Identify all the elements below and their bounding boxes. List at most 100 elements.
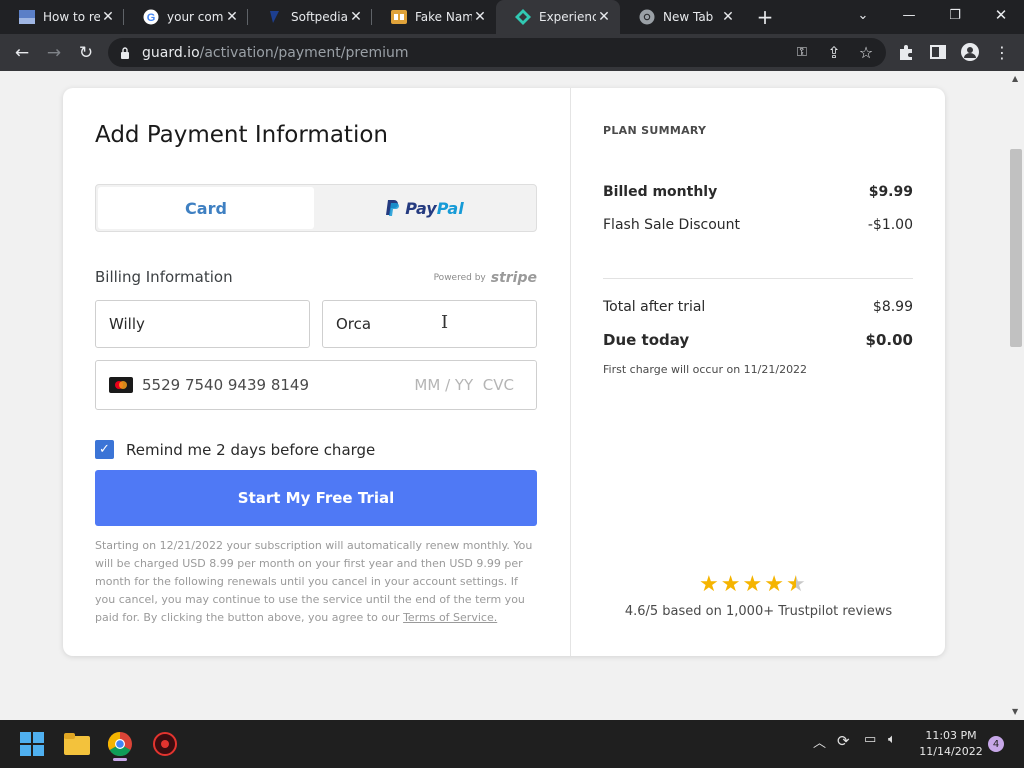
due-value: $0.00	[865, 331, 913, 349]
trustpilot-reviews: 4.6/5 based on 1,000+ Trustpilot reviews	[624, 604, 893, 619]
tab-title: your compu	[167, 10, 224, 24]
tray-chevron-icon[interactable]: ︿	[813, 732, 826, 751]
text-cursor-icon: I	[441, 312, 449, 333]
first-name-value: Willy	[109, 315, 145, 333]
card-number-field[interactable]: 5529 7540 9439 8149 MM / YY CVC	[95, 360, 537, 410]
side-panel-icon[interactable]	[926, 40, 950, 64]
key-icon[interactable]: ⚿	[790, 40, 814, 64]
close-tab-icon[interactable]: ✕	[348, 9, 364, 25]
clock-date: 11/14/2022	[919, 745, 983, 758]
address-bar[interactable]: guard.io/activation/payment/premium	[108, 38, 886, 67]
url-path: /activation/payment/premium	[199, 44, 409, 61]
tab-paypal[interactable]: Pay Pal	[314, 187, 534, 229]
scrollbar-thumb[interactable]	[1010, 149, 1022, 347]
extensions-puzzle-icon[interactable]	[894, 40, 918, 64]
close-tab-icon[interactable]: ✕	[100, 9, 116, 25]
chrome-taskbar-icon[interactable]	[104, 728, 136, 761]
legal-text: Starting on 12/21/2022 your subscription…	[95, 537, 541, 627]
restore-icon[interactable]: ❐	[932, 0, 978, 30]
paypal-label-pay: Pay	[405, 198, 437, 218]
antivirus-app-icon[interactable]	[149, 728, 181, 760]
payment-method-toggle: Card Pay Pal	[95, 184, 537, 232]
lock-icon	[121, 46, 129, 59]
close-tab-icon[interactable]: ✕	[472, 9, 488, 25]
tab-google[interactable]: G your compu ✕	[124, 0, 248, 34]
first-charge-note: First charge will occur on 11/21/2022	[603, 363, 808, 376]
reload-icon[interactable]: ↻	[70, 37, 102, 69]
close-window-icon[interactable]: ✕	[978, 0, 1024, 30]
stripe-logo: stripe	[490, 270, 537, 286]
share-icon[interactable]: ⇪	[822, 40, 846, 64]
star-icon: ★	[764, 572, 784, 597]
notification-badge[interactable]: 4	[988, 736, 1004, 752]
payment-card: Add Payment Information Card Pay Pal Bill…	[63, 88, 945, 656]
paypal-label-pal: Pal	[436, 198, 464, 218]
close-tab-icon[interactable]: ✕	[596, 9, 612, 25]
half-star-icon: ★	[785, 572, 806, 597]
page-viewport: Add Payment Information Card Pay Pal Bill…	[0, 71, 1008, 720]
expiry-cvc-placeholder[interactable]: MM / YY CVC	[414, 376, 514, 394]
due-today-row: Due today $0.00	[603, 331, 913, 349]
forward-arrow-icon[interactable]: →	[38, 37, 70, 69]
tab-experience[interactable]: Experience ✕	[496, 0, 620, 34]
tab-card[interactable]: Card	[98, 187, 314, 229]
billed-label: Billed monthly	[603, 184, 718, 200]
card-number-value: 5529 7540 9439 8149	[142, 376, 309, 394]
tab-how-to[interactable]: How to rem ✕	[0, 0, 124, 34]
page-scrollbar[interactable]: ▲ ▼	[1008, 71, 1024, 720]
clock-time: 11:03 PM	[925, 729, 977, 742]
scroll-down-icon[interactable]: ▼	[1012, 707, 1018, 716]
due-label: Due today	[603, 331, 690, 349]
tab-fake-name[interactable]: Fake Name ✕	[372, 0, 496, 34]
billed-monthly-row: Billed monthly $9.99	[603, 184, 913, 200]
total-value: $8.99	[872, 299, 913, 315]
star-icon: ★	[720, 572, 741, 597]
paypal-icon	[386, 200, 400, 216]
file-explorer-icon[interactable]	[61, 728, 93, 760]
softpedia-icon	[267, 9, 283, 25]
new-tab-plus-icon[interactable]: +	[750, 5, 780, 29]
terms-link[interactable]: Terms of Service.	[403, 611, 497, 624]
last-name-field[interactable]: Orca I	[322, 300, 537, 348]
svg-text:G: G	[147, 12, 156, 24]
close-tab-icon[interactable]: ✕	[720, 9, 736, 25]
plan-summary: PLAN SUMMARY Billed monthly $9.99 Flash S…	[570, 88, 945, 656]
remind-checkbox[interactable]: ✓	[95, 440, 114, 459]
volume-icon[interactable]: 🔈︎	[888, 732, 896, 747]
minimize-icon[interactable]: —	[886, 0, 932, 30]
guard-icon	[515, 9, 531, 25]
back-arrow-icon[interactable]: ←	[6, 37, 38, 69]
sync-alert-icon[interactable]: ⟳	[837, 732, 850, 750]
browser-toolbar: ← → ↻ guard.io/activation/payment/premiu…	[0, 34, 1024, 71]
scroll-up-icon[interactable]: ▲	[1012, 74, 1018, 83]
start-free-trial-button[interactable]: Start My Free Trial	[95, 470, 537, 526]
system-clock[interactable]: 11:03 PM 11/14/2022	[916, 728, 986, 760]
tab-title: Softpedia -	[291, 10, 348, 24]
tab-new-tab[interactable]: New Tab ✕	[620, 0, 744, 34]
close-tab-icon[interactable]: ✕	[224, 9, 240, 25]
discount-row: Flash Sale Discount -$1.00	[603, 217, 913, 233]
profile-icon[interactable]	[958, 40, 982, 64]
network-icon[interactable]: ▭	[864, 732, 876, 747]
summary-divider	[603, 278, 913, 279]
tab-search-chevron-icon[interactable]: ⌄	[840, 0, 886, 30]
remind-label: Remind me 2 days before charge	[126, 440, 376, 459]
bookmark-star-icon[interactable]: ☆	[854, 40, 878, 64]
page-title: Add Payment Information	[95, 122, 388, 148]
windows-start-icon[interactable]	[16, 728, 48, 760]
total-label: Total after trial	[603, 299, 706, 315]
windows-taskbar: ︿ ⟳ ▭ 🔈︎ 11:03 PM 11/14/2022	[0, 720, 1024, 768]
mastercard-icon	[109, 377, 133, 393]
powered-by-stripe: Powered by stripe	[434, 270, 537, 286]
tab-title: How to rem	[43, 10, 100, 24]
fakename-icon	[391, 9, 407, 25]
remind-checkbox-row[interactable]: ✓ Remind me 2 days before charge	[95, 440, 375, 459]
total-row: Total after trial $8.99	[603, 299, 913, 315]
tab-strip: How to rem ✕ G your compu ✕ Softpedia - …	[0, 0, 1024, 34]
menu-kebab-icon[interactable]: ⋮	[990, 40, 1014, 64]
discount-label: Flash Sale Discount	[603, 217, 741, 233]
chrome-icon	[639, 9, 655, 25]
first-name-field[interactable]: Willy	[95, 300, 310, 348]
tab-softpedia[interactable]: Softpedia - ✕	[248, 0, 372, 34]
tab-title: Fake Name	[415, 10, 472, 24]
